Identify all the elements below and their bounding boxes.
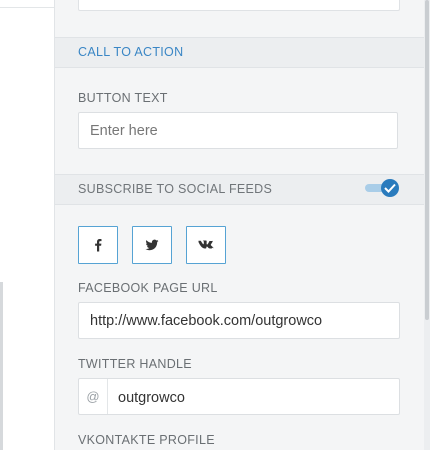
facebook-url-input[interactable] (78, 302, 400, 339)
twitter-handle-input[interactable] (108, 379, 408, 416)
previous-field[interactable] (78, 0, 400, 11)
button-text-input[interactable] (78, 112, 398, 149)
check-icon (384, 183, 396, 193)
left-sidebar (0, 0, 55, 450)
vkontakte-button[interactable] (186, 226, 226, 264)
section-title: CALL TO ACTION (78, 45, 184, 59)
button-text-label: BUTTON TEXT (78, 91, 168, 105)
facebook-icon (95, 239, 102, 252)
toggle-knob (381, 179, 399, 197)
vkontakte-icon (198, 240, 214, 249)
scrollbar-thumb[interactable] (425, 0, 429, 320)
sidebar-divider (0, 0, 54, 8)
facebook-button[interactable] (78, 226, 118, 264)
sidebar-edge (0, 282, 3, 450)
vkontakte-profile-label: VKONTAKTE PROFILE (78, 433, 215, 447)
section-header-call-to-action[interactable]: CALL TO ACTION (55, 37, 424, 68)
subscribe-toggle[interactable] (365, 179, 399, 197)
twitter-button[interactable] (132, 226, 172, 264)
scrollbar[interactable] (424, 0, 430, 450)
facebook-url-label: FACEBOOK PAGE URL (78, 281, 218, 295)
section-title: SUBSCRIBE TO SOCIAL FEEDS (78, 182, 273, 196)
twitter-handle-label: TWITTER HANDLE (78, 357, 192, 371)
at-prefix: @ (79, 379, 108, 414)
twitter-icon (145, 239, 159, 251)
twitter-handle-field: @ (78, 378, 408, 416)
